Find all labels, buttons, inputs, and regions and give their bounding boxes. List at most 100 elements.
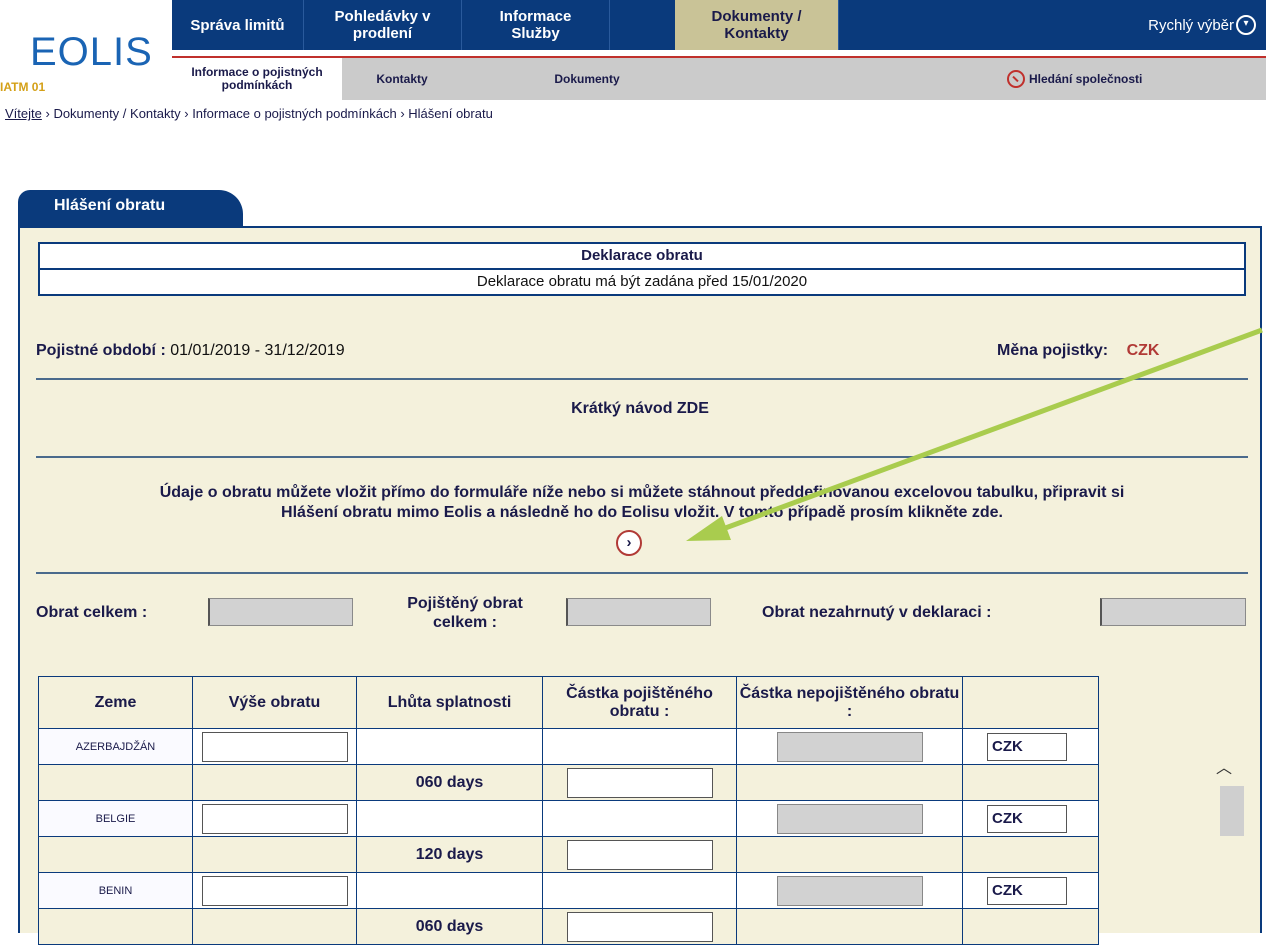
quick-select[interactable]: Rychlý výběr ▾ <box>1148 0 1256 50</box>
uninsured-amount-field <box>776 803 923 834</box>
uninsured-cell <box>736 872 963 909</box>
excluded-turnover-field <box>1100 598 1246 626</box>
total-turnover-label: Obrat celkem : <box>36 604 148 621</box>
divider <box>36 572 1248 574</box>
currency-cell: CZK <box>962 728 1099 765</box>
empty-cell <box>962 836 1099 873</box>
subnav-item-documents[interactable]: Dokumenty <box>512 58 662 100</box>
turnover-table: Zeme Výše obratu Lhůta splatnosti Částka… <box>38 676 1099 945</box>
turnover-input[interactable] <box>201 803 348 834</box>
column-header-country: Zeme <box>38 676 193 729</box>
tab-turnover-report[interactable]: Hlášení obratu <box>18 190 243 228</box>
table-row: AZERBAJDŽÁN CZK <box>38 728 1099 765</box>
subnav-item-policy-info[interactable]: Informace o pojistných podmínkách <box>172 58 342 100</box>
table-row: BENIN CZK <box>38 872 1099 909</box>
policy-currency: Měna pojistky: CZK <box>997 342 1159 360</box>
company-search-label: Hledání společnosti <box>1029 72 1143 86</box>
declaration-deadline: Deklarace obratu má být zadána před 15/0… <box>476 273 808 290</box>
table-row: BELGIE CZK <box>38 800 1099 837</box>
turnover-cell <box>192 728 357 765</box>
payment-term-cell: 120 days <box>356 836 543 873</box>
account-code: IATM 01 <box>0 80 46 94</box>
turnover-cell <box>192 872 357 909</box>
nav-item-information[interactable]: Informace Služby <box>462 0 610 50</box>
currency-field[interactable]: CZK <box>987 804 1067 833</box>
currency-cell: CZK <box>962 872 1099 909</box>
turnover-panel: Deklarace obratu Deklarace obratu má být… <box>18 226 1262 945</box>
breadcrumb-home[interactable]: Vítejte <box>5 106 42 121</box>
table-header-row: Zeme Výše obratu Lhůta splatnosti Částka… <box>38 676 1099 729</box>
empty-cell <box>542 728 737 765</box>
quick-select-label: Rychlý výběr <box>1148 16 1234 34</box>
empty-cell <box>192 764 357 801</box>
column-header-payment-term: Lhůta splatnosti <box>356 676 543 729</box>
empty-cell <box>542 800 737 837</box>
upload-instructions-line-1: Údaje o obratu můžete vložit přímo do fo… <box>159 484 1125 501</box>
policy-currency-label: Měna pojistky: <box>997 342 1109 359</box>
nav-item-overdue[interactable]: Pohledávky v prodlení <box>304 0 462 50</box>
currency-field[interactable]: CZK <box>987 876 1067 905</box>
logo-area: EOLIS IATM 01 <box>0 0 172 100</box>
column-header-turnover: Výše obratu <box>192 676 357 729</box>
currency-field[interactable]: CZK <box>987 732 1067 761</box>
empty-cell <box>962 764 1099 801</box>
eolis-logo[interactable]: EOLIS <box>30 30 153 75</box>
empty-cell <box>356 728 543 765</box>
empty-cell <box>356 800 543 837</box>
column-header-insured-amount: Částka pojištěného obratu : <box>542 676 737 729</box>
payment-term-cell: 060 days <box>356 764 543 801</box>
empty-cell <box>192 908 357 945</box>
empty-cell <box>38 764 193 801</box>
country-cell: BELGIE <box>38 800 193 837</box>
nav-item-documents[interactable]: Dokumenty / Kontakty <box>675 0 839 50</box>
uninsured-cell <box>736 800 963 837</box>
column-header-currency <box>962 676 1099 729</box>
country-cell: BENIN <box>38 872 193 909</box>
short-guide-link[interactable]: Krátký návod ZDE <box>20 400 1260 418</box>
policy-period: Pojistné období : 01/01/2019 - 31/12/201… <box>36 342 345 360</box>
insured-amount-input[interactable] <box>566 911 713 942</box>
nav-item-limits[interactable]: Správa limitů <box>172 0 304 50</box>
chevron-right-icon[interactable]: › <box>616 530 642 556</box>
empty-cell <box>736 836 963 873</box>
breadcrumb-policy-info[interactable]: Informace o pojistných podmínkách <box>192 106 397 121</box>
table-row: 120 days <box>38 836 1099 873</box>
company-search-link[interactable]: Hledání společnosti <box>1007 70 1142 88</box>
subnav-item-contacts[interactable]: Kontakty <box>342 58 462 100</box>
empty-cell <box>38 908 193 945</box>
empty-cell <box>542 872 737 909</box>
divider <box>36 456 1248 458</box>
turnover-input[interactable] <box>201 731 348 762</box>
insured-turnover-label: Pojištěný obrat celkem : <box>407 595 523 631</box>
empty-cell <box>962 908 1099 945</box>
policy-currency-value: CZK <box>1126 342 1160 359</box>
insured-amount-input[interactable] <box>566 839 713 870</box>
breadcrumb-documents[interactable]: Dokumenty / Kontakty <box>53 106 180 121</box>
empty-cell <box>192 836 357 873</box>
insured-turnover-field <box>566 598 711 626</box>
currency-cell: CZK <box>962 800 1099 837</box>
insured-cell <box>542 908 737 945</box>
scrollbar-thumb[interactable] <box>1220 786 1244 836</box>
uninsured-amount-field <box>776 731 923 762</box>
empty-cell <box>356 872 543 909</box>
breadcrumb-current: Hlášení obratu <box>408 106 493 121</box>
turnover-input[interactable] <box>201 875 348 906</box>
excluded-turnover-label: Obrat nezahrnutý v deklaraci : <box>762 604 992 621</box>
upload-instructions-line-2: Hlášení obratu mimo Eolis a následně ho … <box>281 504 1003 521</box>
declaration-box: Deklarace obratu Deklarace obratu má být… <box>38 242 1246 296</box>
chevron-up-icon[interactable]: ︿ <box>1216 754 1232 778</box>
policy-period-value: 01/01/2019 - 31/12/2019 <box>170 342 345 359</box>
insured-cell <box>542 836 737 873</box>
breadcrumb: Vítejte › Dokumenty / Kontakty › Informa… <box>5 106 493 121</box>
insured-amount-input[interactable] <box>566 767 713 798</box>
table-row: 060 days <box>38 908 1099 945</box>
total-turnover-field <box>208 598 353 626</box>
top-navigation: Správa limitů Pohledávky v prodlení Info… <box>172 0 1266 50</box>
sub-navigation: Informace o pojistných podmínkách Kontak… <box>172 58 1266 100</box>
empty-cell <box>38 836 193 873</box>
chevron-down-icon: ▾ <box>1236 15 1256 35</box>
empty-cell <box>736 764 963 801</box>
breadcrumb-separator: › <box>184 106 193 121</box>
column-header-uninsured-amount: Částka nepojištěného obratu : <box>736 676 963 729</box>
